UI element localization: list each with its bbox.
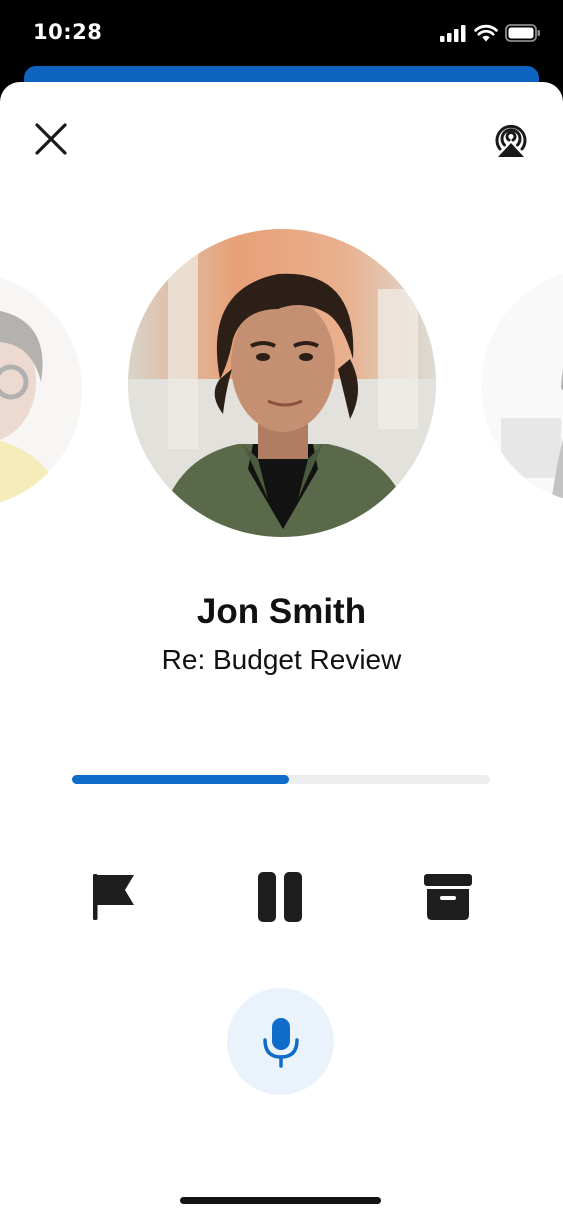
- airplay-icon: [495, 124, 527, 157]
- email-subject: Re: Budget Review: [161, 644, 402, 675]
- archive-button[interactable]: [418, 867, 478, 927]
- sender-name: Jon Smith: [196, 592, 367, 631]
- flag-icon: [93, 874, 134, 920]
- close-button[interactable]: [30, 118, 72, 160]
- pause-button[interactable]: [250, 867, 310, 927]
- status-icons: [440, 24, 541, 42]
- flag-button[interactable]: [84, 867, 144, 927]
- microphone-icon: [262, 1017, 299, 1068]
- sender-avatar: [128, 229, 436, 537]
- playback-progress-fill: [72, 775, 290, 784]
- airplay-button[interactable]: [489, 118, 533, 162]
- home-indicator[interactable]: [180, 1197, 381, 1204]
- status-time: 10:28: [33, 20, 103, 44]
- microphone-button[interactable]: [227, 988, 334, 1095]
- wifi-icon: [474, 24, 498, 42]
- playback-progress-track[interactable]: [72, 775, 490, 784]
- archive-icon: [424, 874, 472, 920]
- status-bar: 10:28: [0, 0, 563, 66]
- battery-icon: [505, 24, 540, 42]
- signal-icon: [440, 24, 466, 42]
- pause-icon: [258, 872, 302, 922]
- avatar-next[interactable]: [481, 268, 563, 504]
- avatar-previous[interactable]: [0, 272, 82, 508]
- playback-sheet: Jon Smith Re: Budget Review: [0, 82, 563, 1218]
- close-icon: [35, 123, 67, 155]
